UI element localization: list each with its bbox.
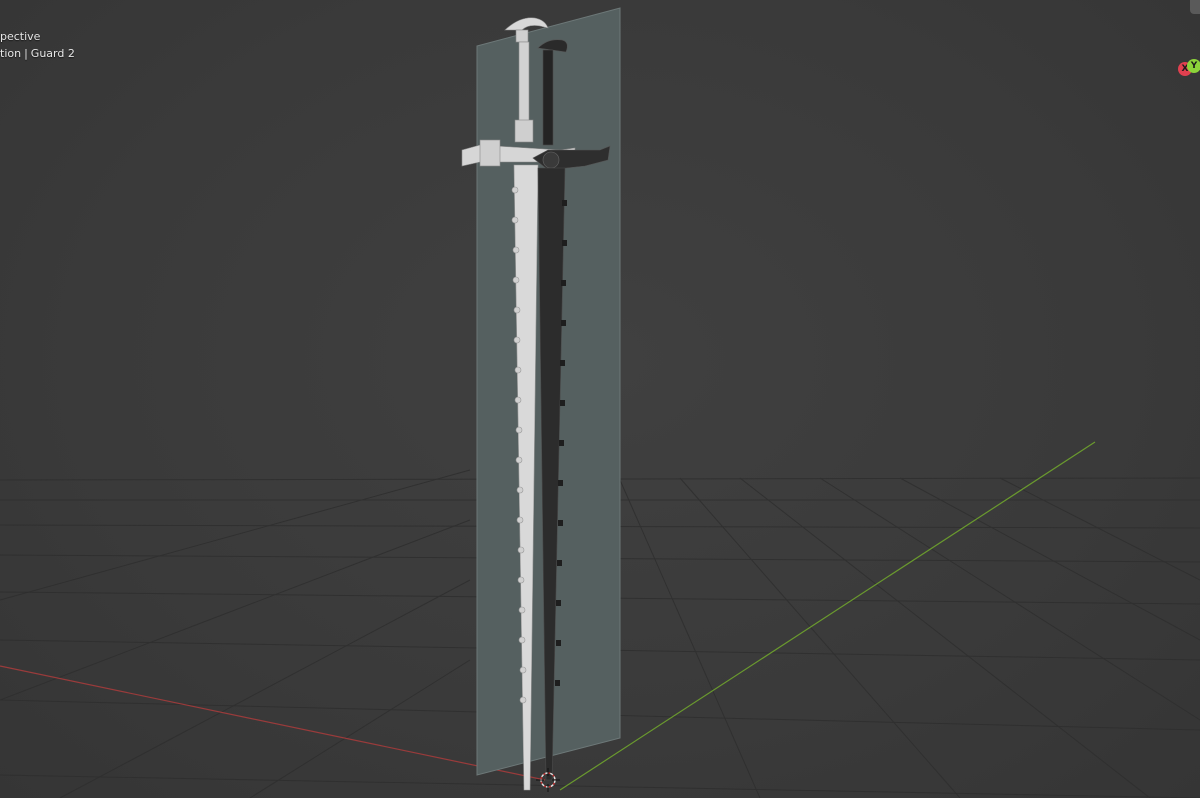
viewport-corner-button[interactable] xyxy=(1190,0,1200,14)
axis-gizmo-icon[interactable]: X Y xyxy=(1174,58,1200,80)
3d-viewport[interactable]: pective tion | Guard 2 X Y xyxy=(0,0,1200,798)
y-axis-line xyxy=(559,441,1096,791)
view-mode-label: pective xyxy=(0,30,41,43)
separator: | xyxy=(24,47,28,60)
gizmo-y-axis[interactable]: Y xyxy=(1187,59,1200,73)
collection-object-label: tion | Guard 2 xyxy=(0,47,75,60)
active-object-name: Guard 2 xyxy=(30,47,75,60)
collection-name: tion xyxy=(0,47,22,60)
x-axis-line xyxy=(0,665,546,781)
scene-canvas[interactable] xyxy=(0,0,1200,798)
